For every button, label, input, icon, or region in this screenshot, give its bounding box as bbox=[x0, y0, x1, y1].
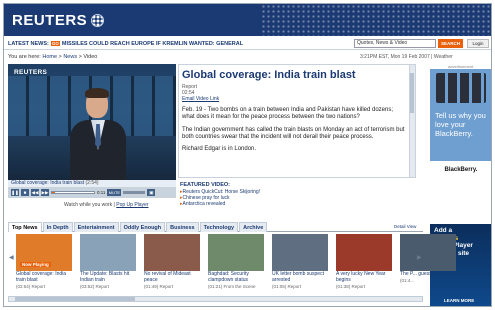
thumbnail-duration: (01:21) From the Scene bbox=[208, 283, 256, 289]
thumbnail-duration: (01:05) Report bbox=[272, 283, 302, 289]
video-thumbnail[interactable]: Now Playing Global coverage: India train … bbox=[16, 234, 72, 289]
thumbnail-duration: (01:4... bbox=[400, 277, 415, 283]
playback-time: 0:11 bbox=[97, 190, 106, 195]
email-video-link[interactable]: Email Video Link bbox=[182, 96, 219, 102]
player-reuters-logo: REUTERS bbox=[14, 69, 48, 76]
featured-video: FEATURED VIDEO: Reuters QuickCut: Horse … bbox=[180, 182, 416, 207]
story-title: Global coverage: India train blast bbox=[182, 69, 356, 81]
thumbs-scrollbar[interactable] bbox=[8, 296, 423, 302]
tab-business[interactable]: Business bbox=[166, 222, 199, 232]
thumbnail-image[interactable] bbox=[272, 234, 328, 271]
detail-view-link[interactable]: Detail View bbox=[394, 224, 416, 229]
latest-news-label: LATEST NEWS: bbox=[8, 40, 49, 47]
browser-viewport: REUTERS LATEST NEWS: GO MISSILES COULD R… bbox=[3, 3, 492, 307]
thumbnail-caption[interactable]: A very lucky New Year begins bbox=[336, 271, 392, 284]
video-thumbnails: Now Playing Global coverage: India train … bbox=[16, 234, 456, 296]
video-thumbnail[interactable]: The P... guess... (01:4... bbox=[400, 234, 456, 283]
learn-more-link[interactable]: LEARN MORE bbox=[444, 298, 474, 303]
thumbnail-caption[interactable]: UK letter bomb suspect arrested bbox=[272, 271, 328, 284]
latest-news-go-badge[interactable]: GO bbox=[50, 41, 60, 46]
thumbnail-caption[interactable]: The Update: Blasts hit Indian train bbox=[80, 271, 136, 284]
pop-up-player-link[interactable]: Pop Up Player bbox=[116, 202, 148, 208]
story-scrollbar[interactable] bbox=[409, 65, 415, 177]
fullscreen-icon[interactable]: ▣ bbox=[147, 189, 156, 196]
volume-slider[interactable] bbox=[123, 191, 146, 194]
thumbnail-image[interactable] bbox=[80, 234, 136, 271]
date-time-weather: 3:21PM EST, Mon 19 Feb 2007 | Weather bbox=[360, 54, 453, 60]
thumbnail-caption[interactable]: Baghdad: Security clampdown status bbox=[208, 271, 264, 284]
breadcrumb: You are here: Home > News > Video bbox=[8, 54, 98, 60]
tab-technology[interactable]: Technology bbox=[199, 222, 239, 232]
video-thumbnail[interactable]: UK letter bomb suspect arrested (01:05) R… bbox=[272, 234, 328, 289]
video-screen[interactable]: REUTERS bbox=[8, 64, 176, 180]
player-links: Watch while you work | Pop Up Player bbox=[64, 202, 149, 208]
latest-news-headline[interactable]: MISSILES COULD REACH EUROPE IF KREMLIN W… bbox=[62, 41, 243, 47]
video-thumbnail[interactable]: A very lucky New Year begins (01:38) Repo… bbox=[336, 234, 392, 289]
thumbnail-duration: (01:38) Report bbox=[336, 283, 366, 289]
now-playing-badge: Now Playing bbox=[20, 262, 51, 267]
blackberry-brand: BlackBerry. bbox=[430, 161, 491, 179]
reuters-orb-icon bbox=[91, 14, 105, 27]
stop-icon[interactable]: ■ bbox=[21, 189, 29, 196]
tab-archive[interactable]: Archive bbox=[239, 222, 268, 232]
thumbnail-caption[interactable]: No revival of Mideast peace bbox=[144, 271, 200, 284]
search-button[interactable]: SEARCH bbox=[438, 39, 463, 48]
player-caption: Global coverage: India train blast (2:54… bbox=[8, 180, 176, 187]
mute-button[interactable]: MUTE bbox=[107, 189, 122, 196]
login-button[interactable]: Login bbox=[467, 39, 489, 48]
video-thumbnail[interactable]: No revival of Mideast peace (01:49) Repor… bbox=[144, 234, 200, 289]
featured-video-heading: FEATURED VIDEO: bbox=[180, 182, 231, 188]
tab-top-news[interactable]: Top News bbox=[8, 222, 42, 232]
thumbnail-image[interactable]: Now Playing bbox=[16, 234, 72, 271]
thumbnail-duration: (01:49) Report bbox=[144, 283, 174, 289]
tab-oddly-enough[interactable]: Oddly Enough bbox=[119, 222, 166, 232]
thumbnail-image[interactable] bbox=[144, 234, 200, 271]
story-meta: Report 02:54 Email Video Link bbox=[182, 84, 220, 102]
breadcrumb-news[interactable]: News bbox=[63, 54, 77, 60]
video-player[interactable]: REUTERS Global coverage: India train bla… bbox=[8, 64, 176, 198]
search-input[interactable]: Quotes, News & Video bbox=[354, 39, 436, 48]
header-dot-pattern bbox=[261, 4, 491, 36]
forward-icon[interactable]: ▶▶ bbox=[41, 189, 49, 196]
thumbs-right-arrow-icon[interactable]: ▶ bbox=[417, 254, 423, 262]
news-presenter bbox=[70, 86, 126, 180]
thumbnail-image[interactable] bbox=[336, 234, 392, 271]
tab-in-depth[interactable]: In Depth bbox=[42, 222, 73, 232]
thumbnail-image[interactable] bbox=[208, 234, 264, 271]
featured-item[interactable]: Antarctica revealed bbox=[180, 201, 416, 207]
story-body: Feb. 19 - Two bombs on a train between I… bbox=[182, 107, 405, 153]
phones-image bbox=[436, 73, 486, 103]
thumbnail-duration: (03:52) Report bbox=[80, 283, 110, 289]
thumbnail-duration: (02:54) Report bbox=[16, 283, 46, 289]
breadcrumb-current: Video bbox=[83, 54, 98, 60]
reuters-logo[interactable]: REUTERS bbox=[12, 12, 105, 29]
site-header: REUTERS bbox=[4, 4, 491, 36]
video-thumbnail[interactable]: The Update: Blasts hit Indian train (03:5… bbox=[80, 234, 136, 289]
pause-icon[interactable]: ❚❚ bbox=[11, 189, 19, 196]
latest-news-bar: LATEST NEWS: GO MISSILES COULD REACH EUR… bbox=[4, 38, 491, 50]
tab-entertainment[interactable]: Entertainment bbox=[73, 222, 119, 232]
video-category-tabs: Top News In Depth Entertainment Oddly En… bbox=[8, 222, 423, 232]
video-thumbnail[interactable]: Baghdad: Security clampdown status (01:21… bbox=[208, 234, 264, 289]
breadcrumb-home[interactable]: Home bbox=[42, 54, 57, 60]
thumbnail-caption[interactable]: Global coverage: India train blast bbox=[16, 271, 72, 284]
rewind-icon[interactable]: ◀◀ bbox=[31, 189, 39, 196]
blackberry-ad[interactable]: Tell us why you love your BlackBerry. Bl… bbox=[430, 69, 491, 179]
thumbnail-image[interactable] bbox=[400, 234, 456, 271]
player-controls: ❚❚ ■ ◀◀ ▶▶ 0:11 MUTE ▣ bbox=[8, 187, 176, 198]
playback-progress-bar[interactable] bbox=[51, 191, 95, 194]
thumbs-left-arrow-icon[interactable]: ◀ bbox=[9, 254, 15, 262]
story-panel: Global coverage: India train blast Repor… bbox=[178, 64, 416, 178]
